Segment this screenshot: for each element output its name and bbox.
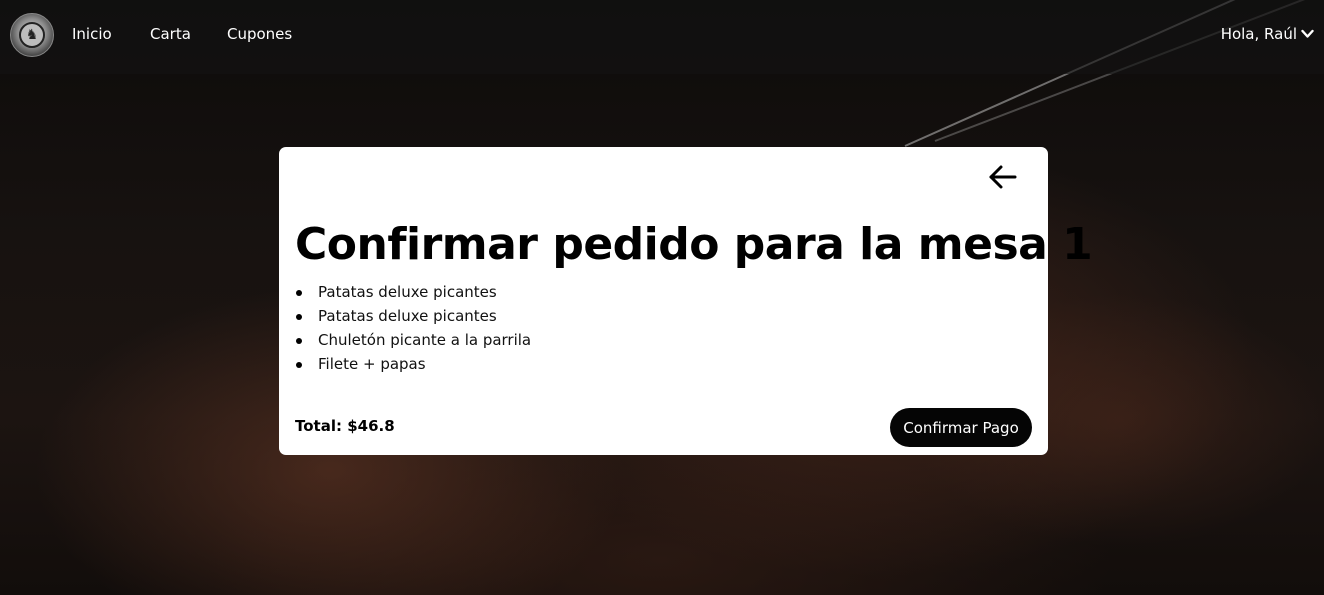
back-button[interactable]	[985, 161, 1021, 193]
arrow-left-icon	[989, 165, 1017, 189]
navbar: ♞ Inicio Carta Cupones Hola, Raúl	[0, 0, 1324, 74]
nav-link-inicio[interactable]: Inicio	[72, 25, 112, 43]
list-item: Patatas deluxe picantes	[295, 280, 531, 304]
order-confirmation-card: Confirmar pedido para la mesa 1 Patatas …	[279, 147, 1093, 455]
logo[interactable]: ♞	[10, 13, 54, 57]
list-item: Filete + papas	[295, 352, 531, 376]
page-title: Confirmar pedido para la mesa 1	[295, 219, 1093, 270]
order-total: Total: $46.8	[295, 417, 395, 435]
list-item: Chuletón picante a la parrila	[295, 328, 531, 352]
order-items-list: Patatas deluxe picantes Patatas deluxe p…	[295, 280, 531, 376]
nav-link-cupones[interactable]: Cupones	[227, 25, 292, 43]
user-greeting: Hola, Raúl	[1220, 25, 1297, 43]
list-item: Patatas deluxe picantes	[295, 304, 531, 328]
logo-emblem-icon: ♞	[19, 22, 45, 48]
confirm-payment-button[interactable]: Confirmar Pago	[890, 408, 1032, 447]
nav-link-carta[interactable]: Carta	[150, 25, 191, 43]
user-menu[interactable]: Hola, Raúl	[1221, 25, 1314, 43]
chevron-down-icon	[1301, 29, 1314, 38]
